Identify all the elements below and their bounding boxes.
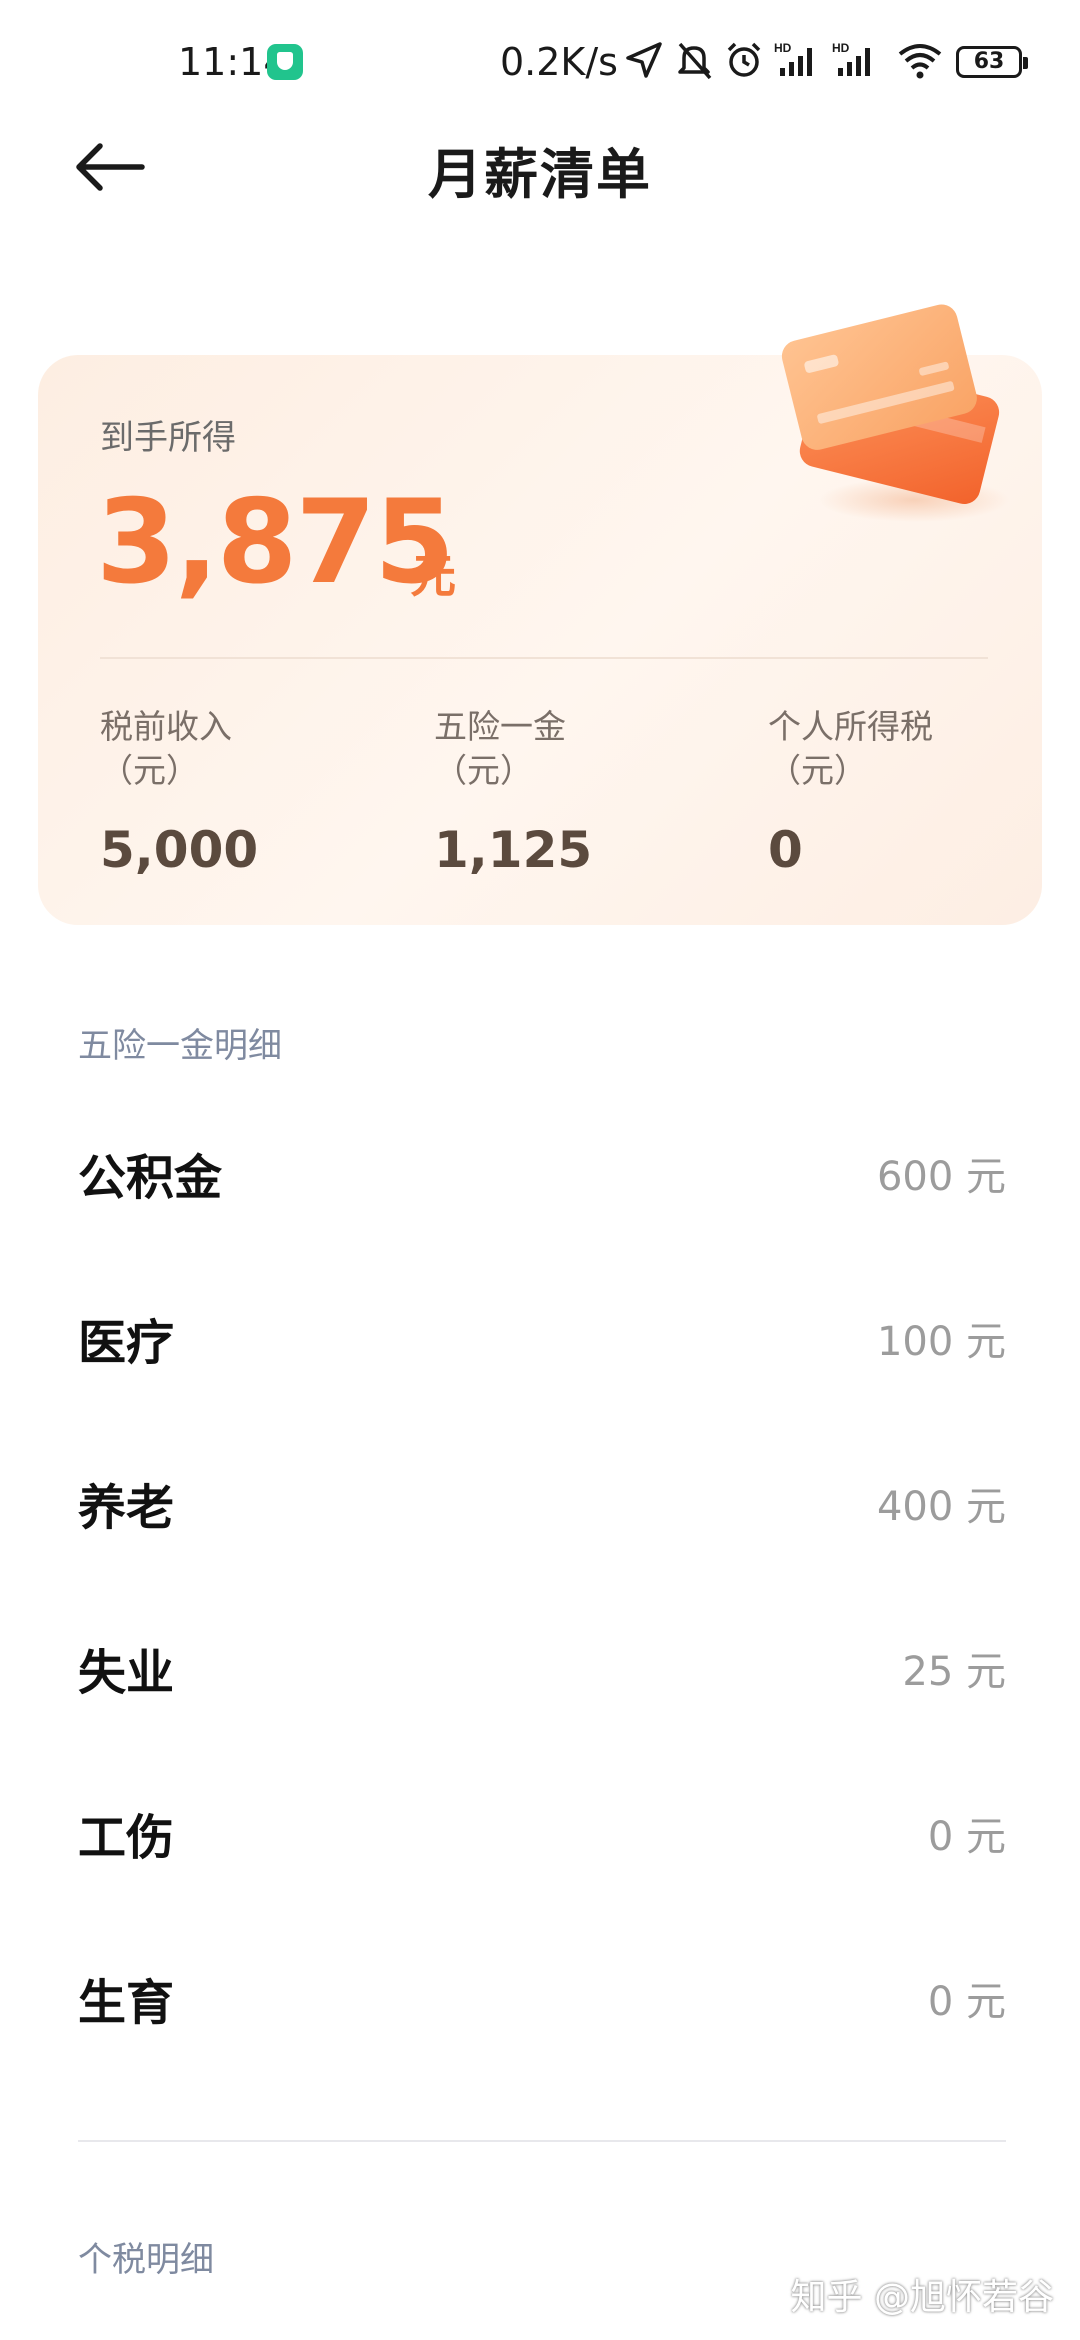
metric-unit: （元） xyxy=(100,751,199,790)
network-speed: 0.2K/s xyxy=(500,40,618,84)
item-value: 600 元 xyxy=(876,1154,1006,1200)
list-item: 医疗 100 元 xyxy=(78,1281,1006,1391)
divider xyxy=(100,657,988,659)
list-item: 养老 400 元 xyxy=(78,1446,1006,1556)
metric-label: 税前收入 xyxy=(100,707,232,746)
item-value: 400 元 xyxy=(876,1484,1006,1530)
net-income-unit: 元 xyxy=(410,549,456,603)
item-label: 失业 xyxy=(78,1645,175,1701)
battery-icon: 63 xyxy=(956,46,1028,78)
status-bar: 11:14 0.2K/s HD HD 63 xyxy=(0,0,1080,120)
watermark: 知乎 @旭怀若谷 xyxy=(790,2277,1054,2318)
metric-unit: （元） xyxy=(434,751,533,790)
divider xyxy=(78,2140,1006,2142)
page-title: 月薪清单 xyxy=(428,143,652,206)
credit-card-illustration xyxy=(781,304,1009,522)
wifi-icon xyxy=(898,44,942,79)
item-label: 工伤 xyxy=(78,1810,175,1866)
metric-pretax-income: 税前收入 （元） 5,000 xyxy=(100,705,400,879)
item-value: 0 元 xyxy=(927,1979,1006,2025)
salary-summary-card: 到手所得 3,875 元 税前收入 （元） 5,000 五险一金 （元） 1,1… xyxy=(38,304,1042,925)
item-label: 公积金 xyxy=(78,1150,223,1206)
alarm-icon xyxy=(727,42,761,77)
metric-value: 1,125 xyxy=(434,821,593,879)
metric-value: 5,000 xyxy=(100,821,259,879)
list-item: 生育 0 元 xyxy=(78,1941,1006,2051)
metric-value: 0 xyxy=(768,821,803,879)
battery-level: 63 xyxy=(973,49,1005,74)
list-item: 公积金 600 元 xyxy=(78,1116,1006,1226)
salary-detail-page: 11:14 0.2K/s HD HD 63 月薪清单 到手所得 3,875 元 … xyxy=(0,0,1080,2340)
item-label: 生育 xyxy=(78,1975,175,2031)
item-label: 医疗 xyxy=(78,1315,175,1371)
metric-label: 个人所得税 xyxy=(768,707,933,746)
shield-icon xyxy=(267,44,303,80)
tax-section-title: 个税明细 xyxy=(78,2240,214,2280)
metric-income-tax: 个人所得税 （元） 0 xyxy=(768,705,1068,879)
hd-signal-icon: HD xyxy=(774,41,812,76)
insurance-section-title: 五险一金明细 xyxy=(78,1026,282,1066)
svg-text:HD: HD xyxy=(774,41,792,55)
metric-label: 五险一金 xyxy=(434,707,566,746)
bell-off-icon xyxy=(678,42,712,80)
hd-signal-icon: HD xyxy=(832,41,870,76)
item-value: 25 元 xyxy=(902,1649,1006,1695)
net-income-amount: 3,875 xyxy=(96,475,455,610)
list-item: 失业 25 元 xyxy=(78,1611,1006,1721)
svg-text:HD: HD xyxy=(832,41,850,55)
item-value: 100 元 xyxy=(876,1319,1006,1365)
metric-unit: （元） xyxy=(768,751,867,790)
metric-insurance-fund: 五险一金 （元） 1,125 xyxy=(434,705,734,879)
item-label: 养老 xyxy=(78,1480,175,1536)
net-income-label: 到手所得 xyxy=(100,418,236,458)
location-arrow-icon xyxy=(626,42,662,78)
item-value: 0 元 xyxy=(927,1814,1006,1860)
list-item: 工伤 0 元 xyxy=(78,1776,1006,1886)
